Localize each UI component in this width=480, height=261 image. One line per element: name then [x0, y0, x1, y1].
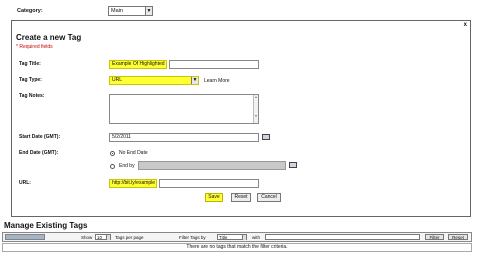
end-by-radio[interactable]	[110, 164, 115, 169]
filter-label: Filter Tags by	[179, 235, 206, 240]
page-size-value: 10	[97, 235, 103, 240]
url-label: URL:	[19, 180, 31, 186]
start-date-input[interactable]: 5/2/2011	[109, 133, 259, 142]
show-label: Show	[81, 235, 93, 240]
filter-value-input[interactable]	[265, 234, 420, 240]
filter-reset-button[interactable]: Reset	[448, 234, 468, 240]
tag-title-input[interactable]: Example Of Highlighted	[109, 60, 167, 69]
with-label: with	[252, 235, 261, 240]
scroll-up-icon[interactable]: ▲	[254, 95, 258, 100]
learn-more-link[interactable]: Learn More	[204, 78, 230, 84]
tag-notes-label: Tag Notes:	[19, 93, 45, 99]
tags-per-page-label: Tags per page	[115, 235, 144, 240]
reset-button[interactable]: Reset	[231, 193, 251, 202]
tag-type-value: URL	[112, 77, 123, 83]
scroll-down-icon[interactable]: ▼	[254, 114, 258, 119]
end-by-date-input[interactable]	[138, 161, 286, 170]
filter-field-select[interactable]: Title	[217, 234, 247, 240]
calendar-icon[interactable]	[289, 162, 297, 168]
empty-results-message: There are no tags that match the filter …	[2, 243, 472, 252]
tag-notes-scrollbar[interactable]: ▲ ▼	[253, 95, 258, 123]
chevron-down-icon: ▼	[145, 7, 152, 15]
chevron-down-icon	[106, 235, 110, 240]
url-input-extension[interactable]	[159, 179, 259, 188]
category-bar: Category: Main ▼	[0, 0, 480, 20]
no-end-date-label: No End Date	[119, 150, 148, 156]
manage-tags-toolbar: Show 10 Tags per page Filter Tags by Tit…	[2, 232, 472, 242]
chevron-down-icon	[242, 235, 246, 240]
start-date-label: Start Date (GMT):	[19, 134, 61, 140]
calendar-icon[interactable]	[262, 134, 270, 140]
tag-type-select[interactable]: URL ▼	[109, 76, 199, 85]
tag-title-input-extension[interactable]	[169, 60, 259, 69]
no-end-date-radio[interactable]	[110, 151, 115, 156]
url-input[interactable]: http://bit.ly/example	[109, 179, 157, 188]
save-button[interactable]: Save	[205, 193, 223, 202]
end-date-label: End Date (GMT):	[19, 150, 59, 156]
end-by-label: End by	[119, 163, 135, 169]
tag-type-label: Tag Type:	[19, 77, 42, 83]
tag-title-label: Tag Title:	[19, 61, 41, 67]
close-icon[interactable]: x	[464, 22, 467, 28]
delete-selected-button[interactable]	[5, 234, 45, 240]
manage-tags-title: Manage Existing Tags	[4, 221, 88, 230]
cancel-button[interactable]: Cancel	[257, 193, 281, 202]
required-note: * Required fields	[16, 44, 53, 50]
create-tag-panel: x Create a new Tag * Required fields Tag…	[11, 20, 471, 217]
category-select[interactable]: Main ▼	[108, 6, 153, 16]
filter-field-value: Title	[219, 235, 228, 240]
category-value: Main	[111, 8, 123, 14]
chevron-down-icon: ▼	[191, 77, 198, 84]
category-label: Category:	[17, 8, 43, 14]
page-title: Create a new Tag	[16, 33, 82, 42]
page-size-select[interactable]: 10	[95, 234, 111, 240]
filter-button[interactable]: Filter	[425, 234, 444, 240]
tag-notes-textarea[interactable]: ▲ ▼	[109, 94, 259, 124]
